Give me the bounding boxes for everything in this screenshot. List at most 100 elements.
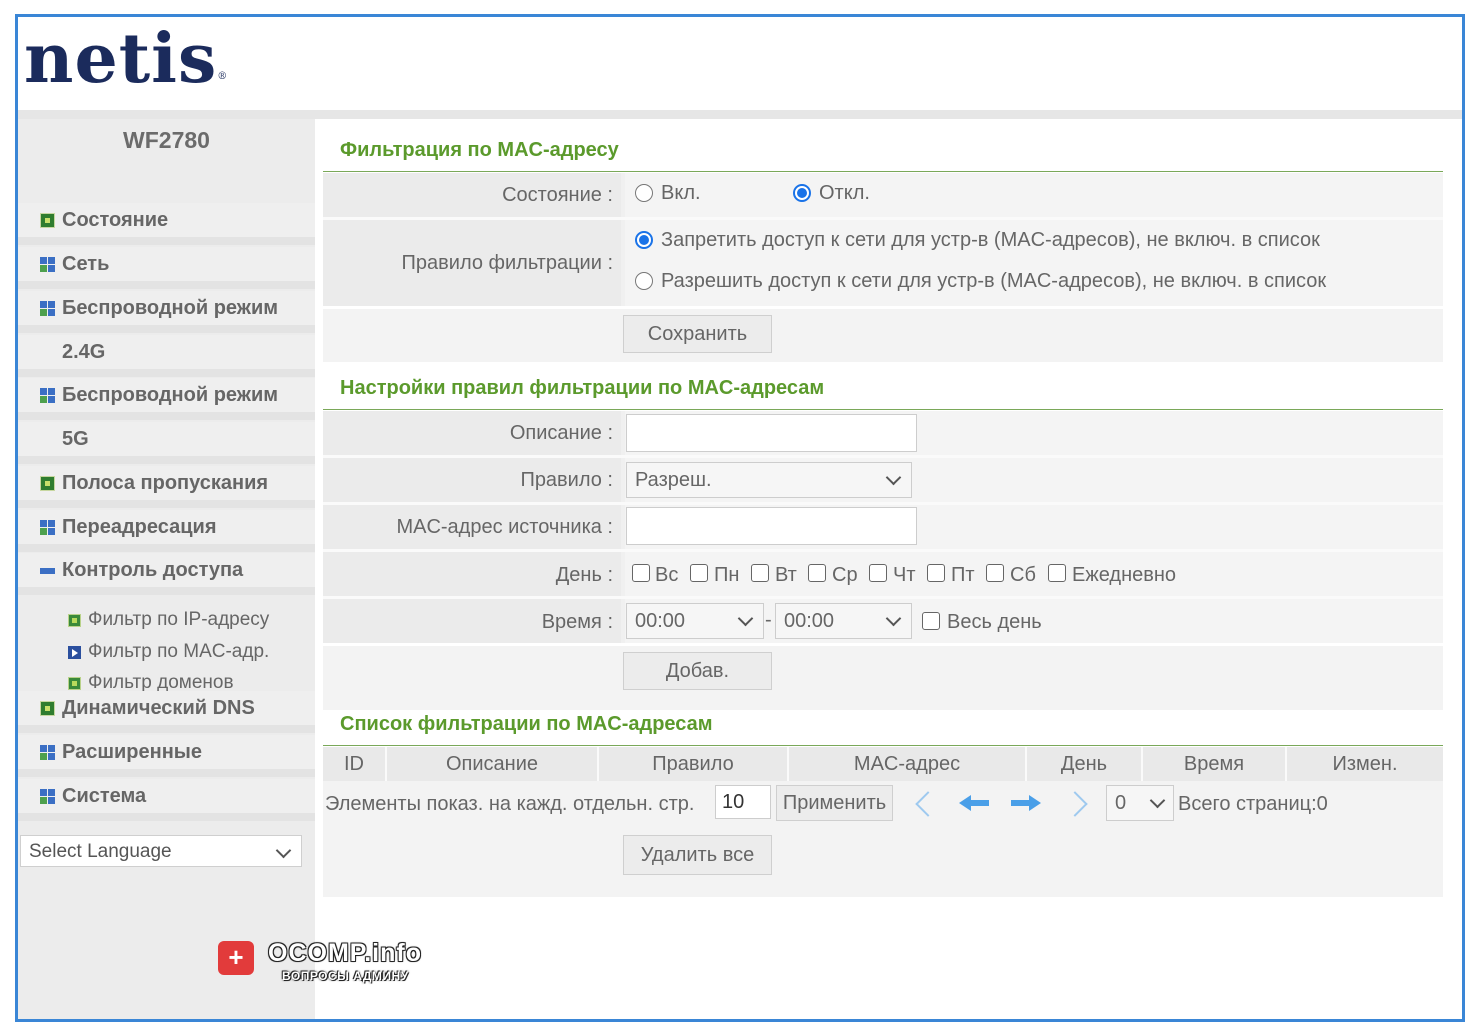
sidebar-subitem-ip-filter[interactable]: Фильтр по IP-адресу: [18, 605, 315, 635]
main-content: Фильтрация по MAC-адресу Состояние : Вкл…: [315, 119, 1462, 1019]
day-mon-label: Пн: [714, 564, 740, 586]
state-on-radio[interactable]: [635, 184, 653, 202]
all-day-label: Весь день: [947, 611, 1042, 633]
last-page-icon[interactable]: [1062, 791, 1088, 817]
sidebar-item-system[interactable]: Система: [18, 779, 315, 821]
bullet-icon: [68, 677, 81, 690]
registered-mark: ®: [217, 71, 229, 82]
day-fri-checkbox[interactable]: [927, 564, 945, 582]
day-everyday-checkbox[interactable]: [1048, 564, 1066, 582]
description-input[interactable]: [626, 414, 917, 452]
prev-page-icon[interactable]: [959, 795, 989, 811]
row-value-cell: [625, 411, 1443, 455]
state-off-radio[interactable]: [793, 184, 811, 202]
watermark-tagline: ВОПРОСЫ АДМИНУ: [282, 969, 409, 983]
state-off-label: Откл.: [819, 182, 870, 204]
sidebar-item-network[interactable]: Сеть: [18, 247, 315, 289]
sidebar-item-band-24[interactable]: 2.4G: [18, 335, 315, 377]
mac-label: MAC-адрес источника :: [396, 516, 613, 538]
page-select-value: 0: [1115, 792, 1127, 814]
row-label-cell: Время :: [323, 599, 621, 643]
sidebar-item-ddns[interactable]: Динамический DNS: [18, 691, 315, 733]
time-row: Время : 00:00 - 00:00 Весь день: [323, 599, 1443, 643]
save-row: Сохранить: [323, 309, 1443, 362]
rule-deny-radio[interactable]: [635, 231, 653, 249]
day-label: День :: [555, 564, 613, 586]
page-select[interactable]: 0: [1106, 785, 1174, 821]
day-sat-checkbox[interactable]: [986, 564, 1004, 582]
chevron-down-icon: [885, 610, 902, 627]
day-sun-label: Вс: [655, 564, 679, 586]
day-mon-checkbox[interactable]: [690, 564, 708, 582]
column-header-edit: Измен.: [1332, 753, 1398, 775]
router-model: WF2780: [123, 127, 210, 153]
rules-title: Настройки правил фильтрации по MAC-адрес…: [340, 377, 825, 399]
row-value-cell: Вс Пн Вт Ср Чт Пт Сб Ежедневно: [625, 552, 1443, 596]
filter-state-row: Состояние : Вкл. Откл.: [323, 173, 1443, 217]
rule-allow-radio[interactable]: [635, 272, 653, 290]
header: netis®: [18, 17, 1462, 112]
save-button[interactable]: Сохранить: [623, 315, 772, 353]
day-wed-checkbox[interactable]: [808, 564, 826, 582]
next-page-icon[interactable]: [1011, 795, 1041, 811]
rule-select[interactable]: Разреш.: [626, 462, 912, 498]
first-page-icon[interactable]: [915, 791, 941, 817]
system-icon: [40, 789, 55, 804]
apply-button[interactable]: Применить: [776, 785, 893, 821]
sidebar-item-advanced[interactable]: Расширенные: [18, 735, 315, 777]
column-header-day: День: [1027, 747, 1143, 781]
day-row: День : Вс Пн Вт Ср Чт Пт Сб Ежедневно: [323, 552, 1443, 596]
day-thu-checkbox[interactable]: [869, 564, 887, 582]
per-page-input[interactable]: 10: [715, 785, 771, 819]
sidebar-item-forwarding[interactable]: Переадресация: [18, 510, 315, 552]
chevron-down-icon: [737, 610, 754, 627]
sidebar-subitem-label: Фильтр по IP-адресу: [88, 609, 270, 630]
language-select[interactable]: Select Language: [20, 835, 302, 867]
sidebar-subitem-mac-filter[interactable]: Фильтр по MAC-адр.: [18, 637, 315, 667]
day-sun-checkbox[interactable]: [632, 564, 650, 582]
bullet-icon: [68, 614, 81, 627]
filter-rule-label: Правило фильтрации :: [401, 252, 613, 274]
active-arrow-icon: [68, 646, 81, 659]
rule-label: Правило :: [520, 469, 613, 491]
section-divider: [323, 745, 1443, 746]
filter-table-header: ID Описание Правило MAC-адрес День Время…: [323, 747, 1443, 781]
sidebar-item-access-control[interactable]: Контроль доступа: [18, 553, 315, 595]
sidebar-item-bandwidth[interactable]: Полоса пропускания: [18, 466, 315, 508]
sidebar-item-label: Расширенные: [62, 741, 202, 763]
header-divider: [18, 110, 1462, 119]
state-label: Состояние :: [502, 184, 613, 206]
day-wed-label: Ср: [832, 564, 858, 586]
sidebar-item-label: Беспроводной режим: [62, 297, 279, 319]
column-header-rule: Правило: [599, 747, 789, 781]
add-button[interactable]: Добав.: [623, 652, 772, 690]
time-from-select[interactable]: 00:00: [626, 603, 764, 639]
sidebar-item-status[interactable]: Состояние: [18, 203, 315, 245]
description-row: Описание :: [323, 411, 1443, 455]
watermark: + OCOMP.info ВОПРОСЫ АДМИНУ: [218, 935, 438, 995]
sidebar-item-label: Контроль доступа: [62, 559, 244, 581]
sidebar-item-wireless-5[interactable]: Беспроводной режим: [18, 378, 315, 420]
sidebar-subitem-label: Фильтр по MAC-адр.: [88, 641, 270, 662]
section-divider: [323, 409, 1443, 410]
day-thu-label: Чт: [893, 564, 916, 586]
day-tue-checkbox[interactable]: [751, 564, 769, 582]
logo-text: netis: [24, 19, 218, 99]
rule-row: Правило : Разреш.: [323, 458, 1443, 502]
row-label-cell: Правило фильтрации :: [323, 220, 621, 306]
mac-address-input[interactable]: [626, 507, 917, 545]
router-admin-window: netis® WF2780 Состояние Сеть Беспроводно…: [15, 14, 1465, 1022]
network-icon: [40, 257, 55, 272]
sidebar-item-label: Сеть: [62, 253, 110, 275]
column-header-time: Время: [1143, 747, 1287, 781]
chevron-down-icon: [885, 469, 902, 486]
time-to-select[interactable]: 00:00: [775, 603, 912, 639]
total-pages: Всего страниц:0: [1178, 793, 1328, 815]
delete-all-button[interactable]: Удалить все: [623, 835, 772, 875]
sidebar-item-label: Система: [62, 785, 147, 807]
time-to-value: 00:00: [784, 610, 835, 632]
sidebar-item-band-5[interactable]: 5G: [18, 422, 315, 464]
sidebar-item-wireless-24[interactable]: Беспроводной режим: [18, 291, 315, 333]
wireless-icon: [40, 388, 55, 403]
all-day-checkbox[interactable]: [922, 612, 940, 630]
